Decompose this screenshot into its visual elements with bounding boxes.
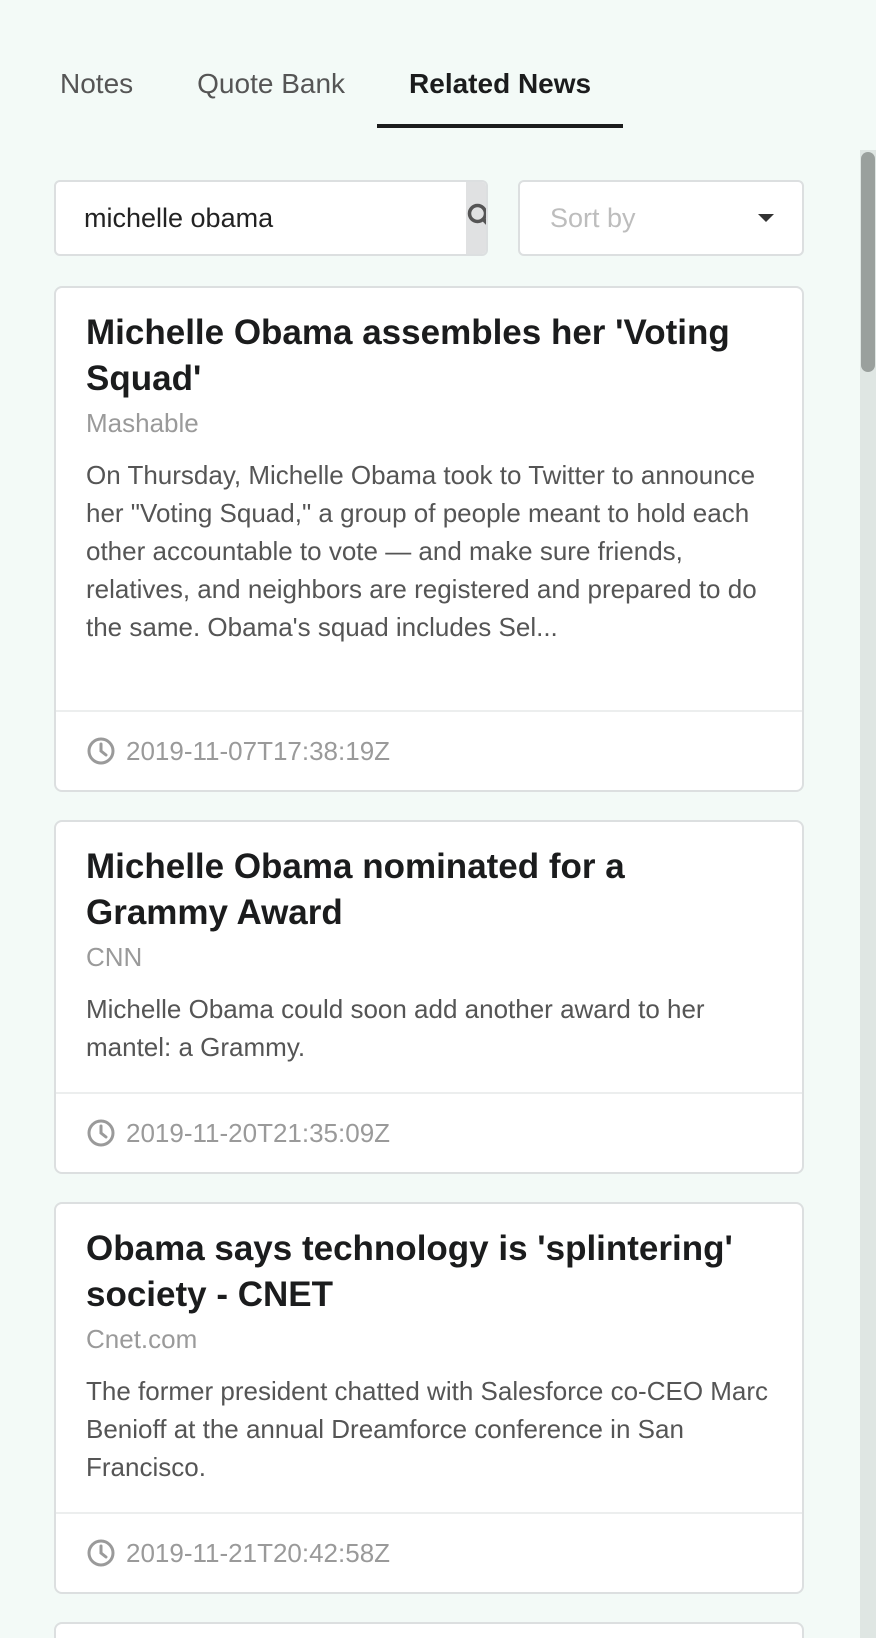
- news-footer: 2019-11-20T21:35:09Z: [56, 1092, 802, 1172]
- search-icon: [466, 202, 486, 235]
- tab-notes[interactable]: Notes: [60, 60, 133, 128]
- search-bar: [54, 180, 488, 256]
- news-title[interactable]: Michelle Obama assembles her 'Voting Squ…: [86, 310, 772, 402]
- clock-icon: [86, 1118, 116, 1148]
- clock-icon: [86, 736, 116, 766]
- news-timestamp: 2019-11-21T20:42:58Z: [126, 1537, 391, 1568]
- news-footer: 2019-11-21T20:42:58Z: [56, 1512, 802, 1592]
- news-footer: 2019-11-07T17:38:19Z: [56, 710, 802, 790]
- news-card[interactable]: Michelle Obama nominated for a Grammy Aw…: [54, 820, 804, 1174]
- news-card[interactable]: Obama says technology is 'splintering' s…: [54, 1202, 804, 1594]
- sort-placeholder: Sort by: [550, 202, 636, 233]
- tab-quote-bank[interactable]: Quote Bank: [197, 60, 345, 128]
- chevron-down-icon: [758, 214, 774, 222]
- sort-dropdown[interactable]: Sort by: [518, 180, 804, 256]
- search-button[interactable]: [466, 182, 486, 254]
- scrollbar-thumb[interactable]: [861, 152, 875, 372]
- search-input[interactable]: [56, 182, 466, 254]
- news-description: Michelle Obama could soon add another aw…: [86, 994, 705, 1062]
- news-title[interactable]: Obama says technology is 'splintering' s…: [86, 1226, 772, 1318]
- news-card-partial[interactable]: [54, 1622, 804, 1638]
- news-source: Cnet.com: [86, 1324, 198, 1354]
- news-title[interactable]: Michelle Obama nominated for a Grammy Aw…: [86, 844, 772, 936]
- tab-related-news[interactable]: Related News: [377, 60, 624, 128]
- clock-icon: [86, 1538, 116, 1568]
- news-card[interactable]: Michelle Obama assembles her 'Voting Squ…: [54, 286, 804, 792]
- news-source: CNN: [86, 942, 143, 972]
- news-timestamp: 2019-11-07T17:38:19Z: [126, 735, 391, 766]
- news-source: Mashable: [86, 408, 199, 438]
- news-description: The former president chatted with Salesf…: [86, 1376, 769, 1482]
- scrollbar-track[interactable]: [860, 150, 876, 1638]
- news-description: On Thursday, Michelle Obama took to Twit…: [86, 460, 757, 642]
- tab-bar: Notes Quote Bank Related News: [60, 60, 655, 128]
- news-timestamp: 2019-11-20T21:35:09Z: [126, 1117, 391, 1148]
